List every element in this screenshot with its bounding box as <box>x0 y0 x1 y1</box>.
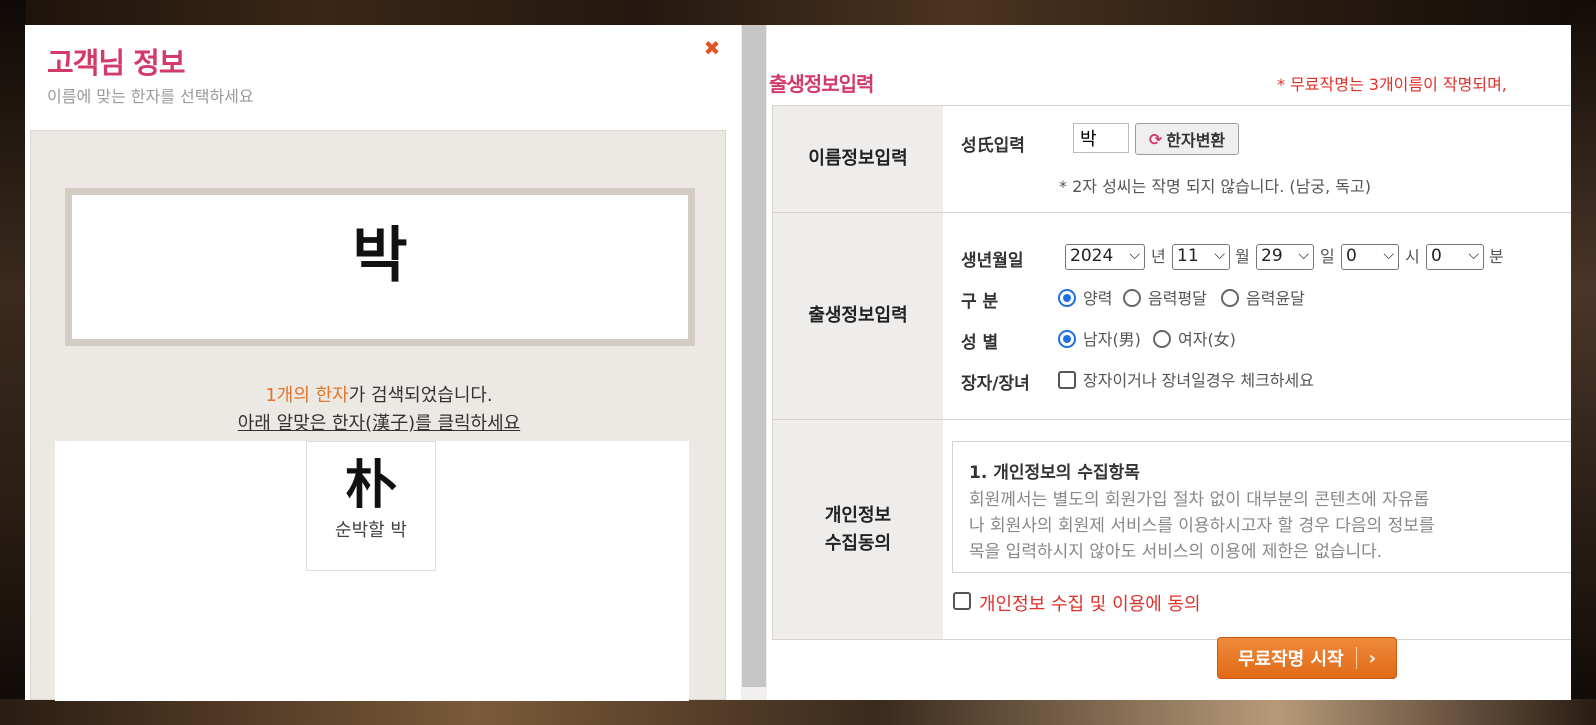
minute-value: 0 <box>1431 246 1442 266</box>
privacy-header: 개인정보수집동의 <box>773 420 943 639</box>
chevron-right-icon: › <box>1368 647 1377 669</box>
calendar-leap-radio[interactable] <box>1221 289 1239 307</box>
birth-info-form: 출생정보입력 * 무료작명는 3개이름이 작명되며, 이름정보입력 성氏입력 ⟳… <box>767 25 1571 700</box>
hanja-char: 朴 <box>344 456 397 516</box>
privacy-agree-label[interactable]: 개인정보 수집 및 이용에 동의 <box>979 590 1201 616</box>
form-title: 출생정보입력 <box>769 72 874 96</box>
name-info-header: 이름정보입력 <box>773 106 943 212</box>
birth-date-label: 생년월일 <box>961 251 1024 271</box>
privacy-box-title: 1. 개인정보의 수집항목 <box>969 463 1140 483</box>
year-unit: 년 <box>1151 247 1166 266</box>
privacy-header-line2: 수집동의 <box>824 532 892 554</box>
calendar-lunar-radio[interactable] <box>1123 289 1141 307</box>
gender-male-label: 남자(男) <box>1083 330 1141 349</box>
privacy-line: 회원께서는 별도의 회원가입 절차 없이 대부분의 콘텐츠에 자유롭 <box>969 490 1430 510</box>
eldest-checkbox[interactable] <box>1058 371 1076 389</box>
button-divider <box>1355 647 1357 669</box>
surname-label: 성氏입력 <box>961 136 1025 156</box>
customer-info-popup: 고객님 정보 이름에 맞는 한자를 선택하세요 ✖ 박 1개의 한자가 검색되었… <box>25 25 741 701</box>
background-bottom <box>0 699 1596 725</box>
eldest-label: 장자/장녀 <box>961 374 1030 394</box>
privacy-line: 나 회원사의 회원제 서비스를 이용하시고자 할 경우 다음의 정보를 <box>969 516 1435 536</box>
month-select[interactable]: 11 ⌵ <box>1172 244 1230 270</box>
gender-male-radio[interactable] <box>1058 330 1076 348</box>
eldest-text: 장자이거나 장녀일경우 체크하세요 <box>1083 371 1314 390</box>
close-icon[interactable]: ✖ <box>703 38 721 58</box>
calendar-leap-label: 음력윤달 <box>1246 289 1305 308</box>
hanja-convert-button[interactable]: ⟳ 한자변환 <box>1135 123 1239 155</box>
popup-title: 고객님 정보 <box>47 46 185 80</box>
start-naming-label: 무료작명 시작 <box>1237 649 1344 670</box>
hanja-card[interactable]: 朴 순박할 박 <box>306 441 436 571</box>
popup-body: 박 1개의 한자가 검색되었습니다. 아래 알맞은 한자(漢子)를 클릭하세요 … <box>30 130 727 701</box>
gender-female-radio[interactable] <box>1153 330 1171 348</box>
click-instruction: 아래 알맞은 한자(漢子)를 클릭하세요 <box>237 413 521 434</box>
chevron-down-icon: ⌵ <box>1214 247 1225 263</box>
calendar-solar-radio[interactable] <box>1058 289 1076 307</box>
scrollbar-thumb[interactable] <box>742 25 766 687</box>
background-right <box>1570 0 1596 725</box>
chevron-down-icon: ⌵ <box>1298 247 1309 263</box>
surname-note: * 2자 성씨는 작명 되지 않습니다. (남궁, 독고) <box>1059 177 1371 196</box>
minute-unit: 분 <box>1489 247 1504 266</box>
name-info-row: 이름정보입력 성氏입력 ⟳ 한자변환 * 2자 성씨는 작명 되지 않습니다. … <box>773 106 1571 213</box>
hour-value: 0 <box>1346 246 1357 266</box>
hanja-meaning: 순박할 박 <box>335 520 407 541</box>
background-left <box>0 0 26 725</box>
result-count-highlight: 1개의 한자 <box>265 385 349 406</box>
birth-info-header: 출생정보입력 <box>773 213 943 419</box>
month-unit: 월 <box>1235 247 1250 266</box>
chevron-down-icon: ⌵ <box>1383 247 1394 263</box>
privacy-terms-box[interactable]: 1. 개인정보의 수집항목 회원께서는 별도의 회원가입 절차 없이 대부분의 … <box>952 441 1571 573</box>
hour-unit: 시 <box>1405 247 1420 266</box>
chevron-down-icon: ⌵ <box>1468 247 1479 263</box>
calendar-lunar-label: 음력평달 <box>1148 289 1207 308</box>
chevron-down-icon: ⌵ <box>1129 247 1140 263</box>
hour-select[interactable]: 0 ⌵ <box>1341 244 1399 270</box>
hanja-convert-label: 한자변환 <box>1166 131 1226 150</box>
gender-label: 성 별 <box>961 333 999 353</box>
search-result-count: 1개의 한자가 검색되었습니다. <box>31 381 727 407</box>
hanja-result-area: 朴 순박할 박 <box>55 441 689 701</box>
privacy-line: 목을 입력하시지 않아도 서비스의 이용에 제한은 없습니다. <box>969 542 1383 562</box>
privacy-agree-checkbox[interactable] <box>953 592 971 610</box>
day-select[interactable]: 29 ⌵ <box>1256 244 1314 270</box>
month-value: 11 <box>1177 246 1199 266</box>
selected-char-box: 박 <box>65 188 695 346</box>
year-select[interactable]: 2024 ⌵ <box>1065 244 1145 270</box>
surname-input[interactable] <box>1073 123 1129 153</box>
privacy-row: 개인정보수집동의 1. 개인정보의 수집항목 회원께서는 별도의 회원가입 절차… <box>773 420 1571 639</box>
minute-select[interactable]: 0 ⌵ <box>1426 244 1484 270</box>
privacy-header-line1: 개인정보 <box>824 504 892 526</box>
refresh-icon: ⟳ <box>1148 129 1163 149</box>
start-naming-button[interactable]: 무료작명 시작 › <box>1217 637 1397 679</box>
birth-info-row: 출생정보입력 생년월일 2024 ⌵ 년 11 ⌵ 월 29 ⌵ 일 0 ⌵ 시 0 ⌵ … <box>773 213 1571 420</box>
year-value: 2024 <box>1070 246 1114 266</box>
day-value: 29 <box>1261 246 1283 266</box>
result-count-text: 가 검색되었습니다. <box>348 385 493 406</box>
selected-char: 박 <box>352 221 408 291</box>
day-unit: 일 <box>1320 247 1335 266</box>
calendar-type-label: 구 분 <box>961 292 999 312</box>
popup-subtitle: 이름에 맞는 한자를 선택하세요 <box>47 87 254 106</box>
calendar-solar-label: 양력 <box>1083 289 1113 308</box>
form-notice: * 무료작명는 3개이름이 작명되며, <box>1277 75 1507 94</box>
gender-female-label: 여자(女) <box>1178 330 1236 349</box>
form-table: 이름정보입력 성氏입력 ⟳ 한자변환 * 2자 성씨는 작명 되지 않습니다. … <box>772 105 1571 640</box>
